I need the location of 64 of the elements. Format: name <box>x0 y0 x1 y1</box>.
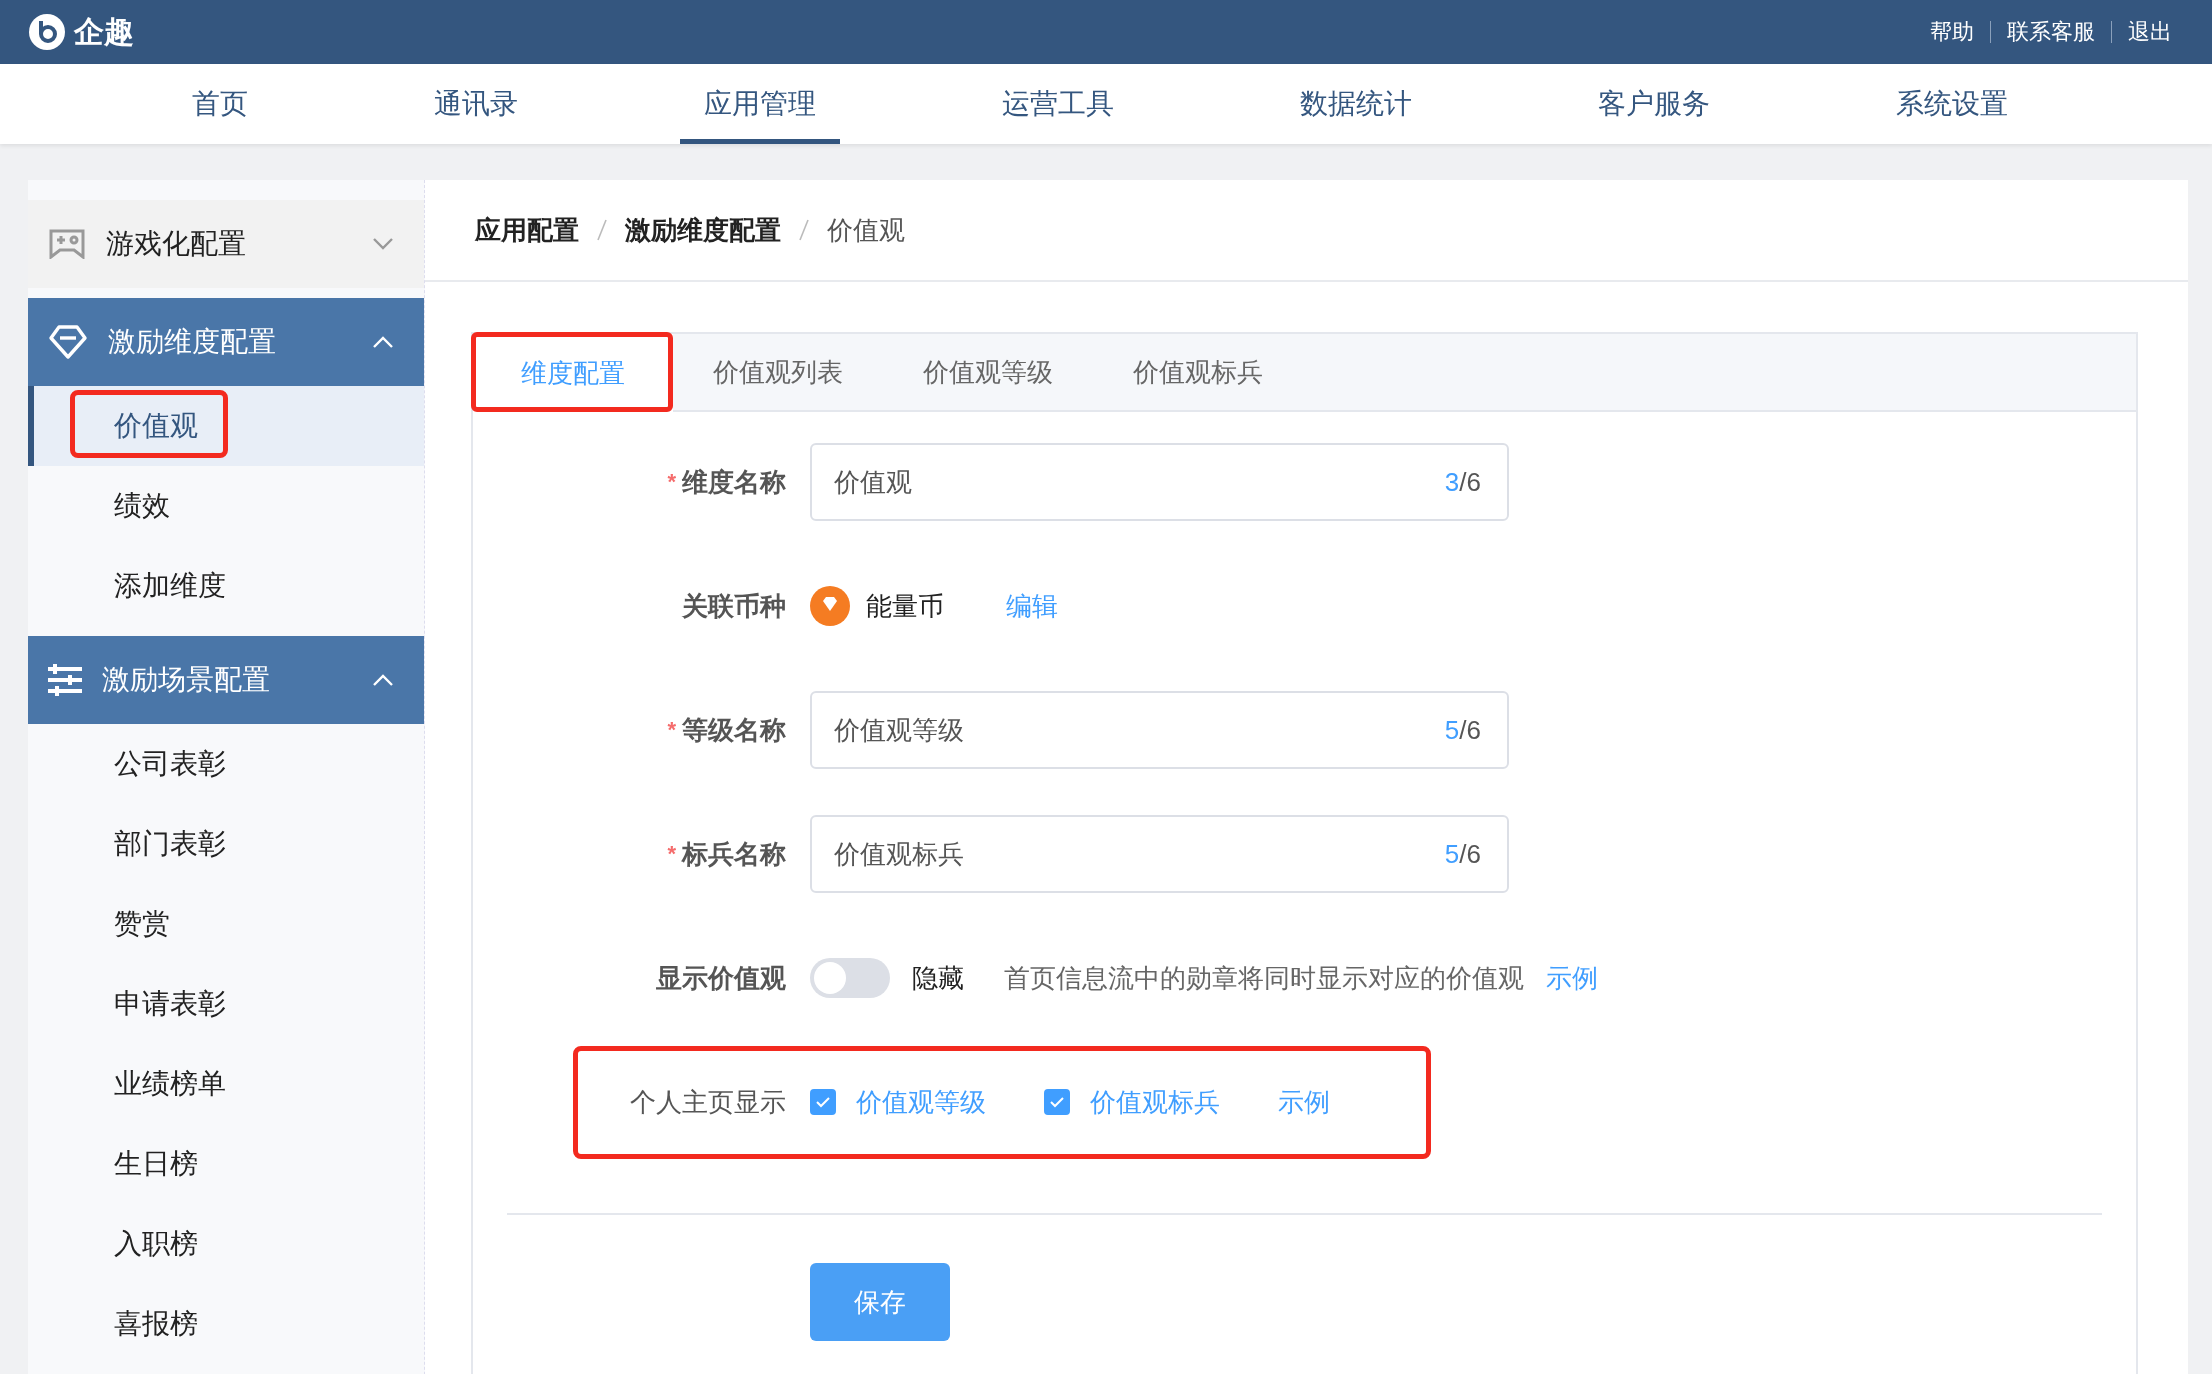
chevron-icon <box>372 237 394 251</box>
group-label: 游戏化配置 <box>106 227 246 261</box>
checkbox[interactable] <box>810 1089 836 1115</box>
group-label: 激励维度配置 <box>108 325 276 359</box>
header-link[interactable]: 联系客服 <box>1990 21 2111 43</box>
sidebar-group[interactable]: 激励维度配置 <box>28 298 424 386</box>
breadcrumb-item: 价值观 <box>827 213 905 247</box>
text-field[interactable]: 价值观等级 5/6 <box>810 691 1509 769</box>
required-mark: * <box>667 717 676 743</box>
sidebar-item[interactable]: 公司表彰 <box>28 724 424 804</box>
group-label: 激励场景配置 <box>102 663 270 697</box>
text-field[interactable]: 价值观标兵 5/6 <box>810 815 1509 893</box>
currency-name: 能量币 <box>866 589 944 623</box>
checkbox[interactable] <box>1044 1089 1070 1115</box>
gamepad-icon <box>48 229 86 259</box>
sidebar-item[interactable]: 添加维度 <box>28 546 424 626</box>
text-field[interactable]: 价值观 3/6 <box>810 443 1509 521</box>
sidebar-group[interactable]: 游戏化配置 <box>28 200 424 288</box>
required-mark: * <box>667 841 676 867</box>
check-icon <box>1049 1096 1065 1108</box>
chevron-icon <box>372 335 394 349</box>
sidebar-item[interactable]: 申请表彰 <box>28 964 424 1044</box>
tab[interactable]: 价值观等级 <box>883 334 1093 410</box>
logo-text: 企趣 <box>74 13 134 50</box>
sidebar-item[interactable]: 生日榜 <box>28 1124 424 1204</box>
breadcrumb-item[interactable]: 应用配置 <box>475 212 579 248</box>
nav-tab[interactable]: 客户服务 <box>1574 64 1734 144</box>
sidebar-item[interactable]: 入职榜 <box>28 1204 424 1284</box>
hint-text: 首页信息流中的勋章将同时显示对应的价值观 <box>1004 961 1524 995</box>
sidebar-item[interactable]: 业绩榜单 <box>28 1044 424 1124</box>
nav-tab[interactable]: 通讯录 <box>410 64 542 144</box>
logo-icon <box>28 13 66 51</box>
check-icon <box>815 1096 831 1108</box>
field-label: 显示价值观 <box>656 961 786 995</box>
sidebar-item[interactable]: 价值观 <box>28 386 424 466</box>
required-mark: * <box>667 469 676 495</box>
header-link[interactable]: 退出 <box>2111 21 2188 43</box>
separator-icon <box>799 219 809 241</box>
field-label: 个人主页显示 <box>630 1085 786 1119</box>
sidebar-group[interactable]: 激励场景配置 <box>28 636 424 724</box>
nav-tab[interactable]: 运营工具 <box>978 64 1138 144</box>
chevron-icon <box>372 673 394 687</box>
toggle-state: 隐藏 <box>912 961 964 995</box>
field-label: 标兵名称 <box>682 837 786 871</box>
breadcrumb-item[interactable]: 激励维度配置 <box>625 212 781 248</box>
sliders-icon <box>48 664 82 696</box>
field-label: 关联币种 <box>682 589 786 623</box>
coin-icon <box>810 586 850 626</box>
sidebar-item[interactable]: 部门表彰 <box>28 804 424 884</box>
separator-icon <box>597 219 607 241</box>
sidebar-item[interactable]: 喜报榜 <box>28 1284 424 1364</box>
nav-tab[interactable]: 应用管理 <box>680 64 840 144</box>
nav-tab[interactable]: 系统设置 <box>1872 64 2032 144</box>
tab[interactable]: 价值观标兵 <box>1093 334 1303 410</box>
field-label: 维度名称 <box>682 465 786 499</box>
sidebar-item[interactable]: 绩效 <box>28 466 424 546</box>
diamond-icon <box>48 324 88 360</box>
toggle-switch[interactable] <box>810 958 890 998</box>
sidebar-item[interactable]: 赞赏 <box>28 884 424 964</box>
field-label: 等级名称 <box>682 713 786 747</box>
nav-tab[interactable]: 首页 <box>168 64 272 144</box>
tab[interactable]: 价值观列表 <box>673 334 883 410</box>
header-link[interactable]: 帮助 <box>1914 21 1990 43</box>
nav-tab[interactable]: 数据统计 <box>1276 64 1436 144</box>
